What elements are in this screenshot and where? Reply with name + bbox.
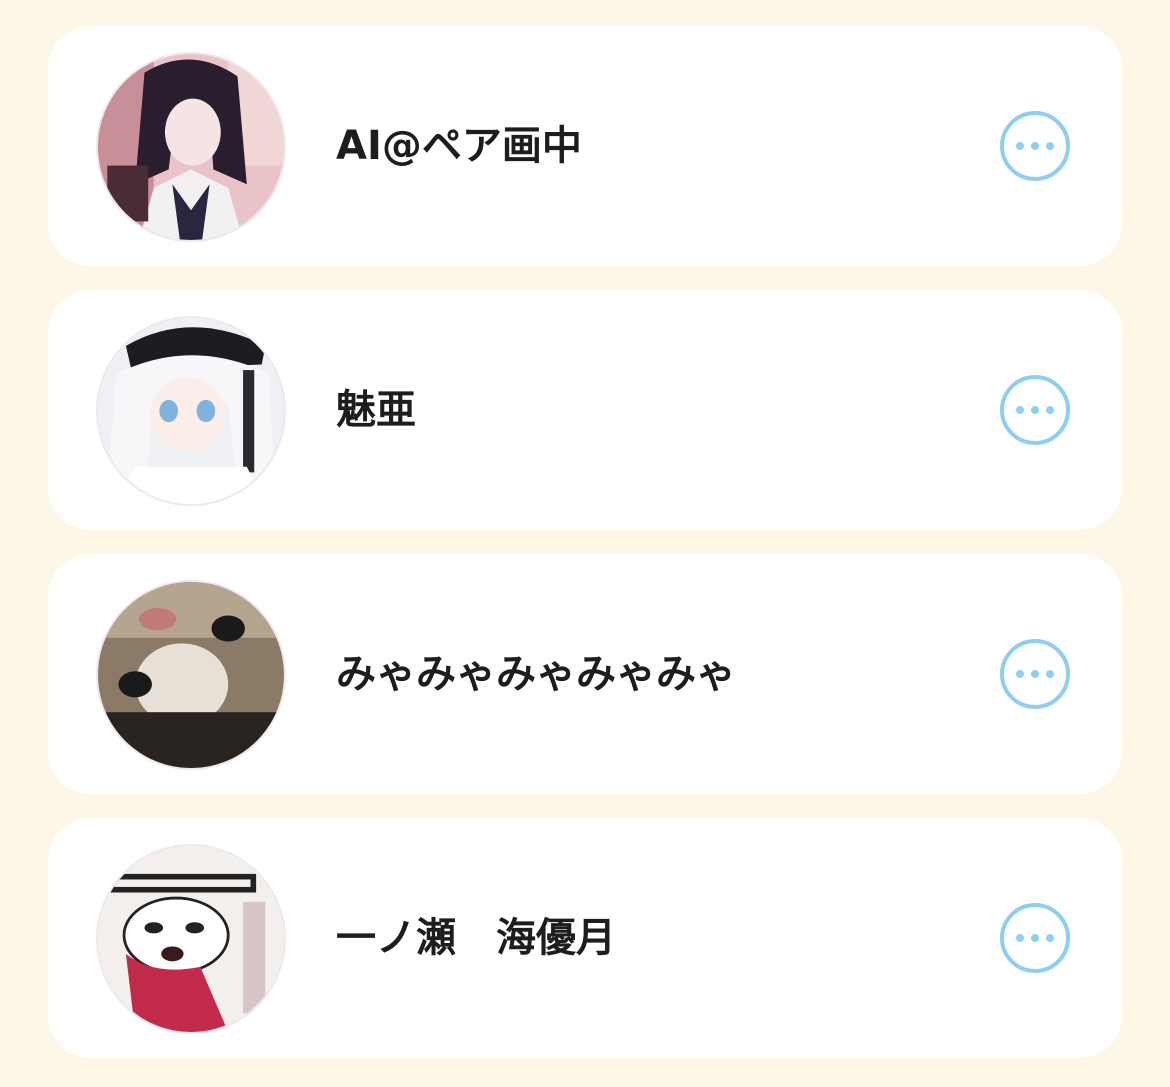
more-horizontal-icon-dot [1031,934,1039,942]
more-options-button[interactable] [1000,639,1070,709]
avatar[interactable] [96,316,286,506]
more-horizontal-icon [1016,406,1024,414]
more-horizontal-icon [1016,670,1024,678]
more-horizontal-icon-dot [1031,142,1039,150]
user-name: 一ノ瀬 海優月 [336,915,616,961]
more-options-button[interactable] [1000,375,1070,445]
user-card[interactable]: AI@ペア画中 [48,26,1122,266]
avatar[interactable] [96,52,286,242]
more-options-button[interactable] [1000,111,1070,181]
user-name: みゃみゃみゃみゃみゃ [336,651,736,697]
more-horizontal-icon-dot [1046,934,1054,942]
more-options-button[interactable] [1000,903,1070,973]
more-horizontal-icon [1016,142,1024,150]
more-horizontal-icon [1016,934,1024,942]
more-horizontal-icon-dot [1031,670,1039,678]
user-card[interactable]: みゃみゃみゃみゃみゃ [48,554,1122,794]
avatar[interactable] [96,580,286,770]
user-name: 魅亜 [336,387,416,433]
user-list: AI@ペア画中 魅亜 みゃみゃみゃみゃみゃ 一ノ瀬 海優月 [48,26,1122,1082]
more-horizontal-icon-dot [1046,406,1054,414]
avatar[interactable] [96,844,286,1034]
more-horizontal-icon-dot [1031,406,1039,414]
more-horizontal-icon-dot [1046,142,1054,150]
more-horizontal-icon-dot [1046,670,1054,678]
user-card[interactable]: 一ノ瀬 海優月 [48,818,1122,1058]
user-name: AI@ペア画中 [336,123,582,169]
user-card[interactable]: 魅亜 [48,290,1122,530]
